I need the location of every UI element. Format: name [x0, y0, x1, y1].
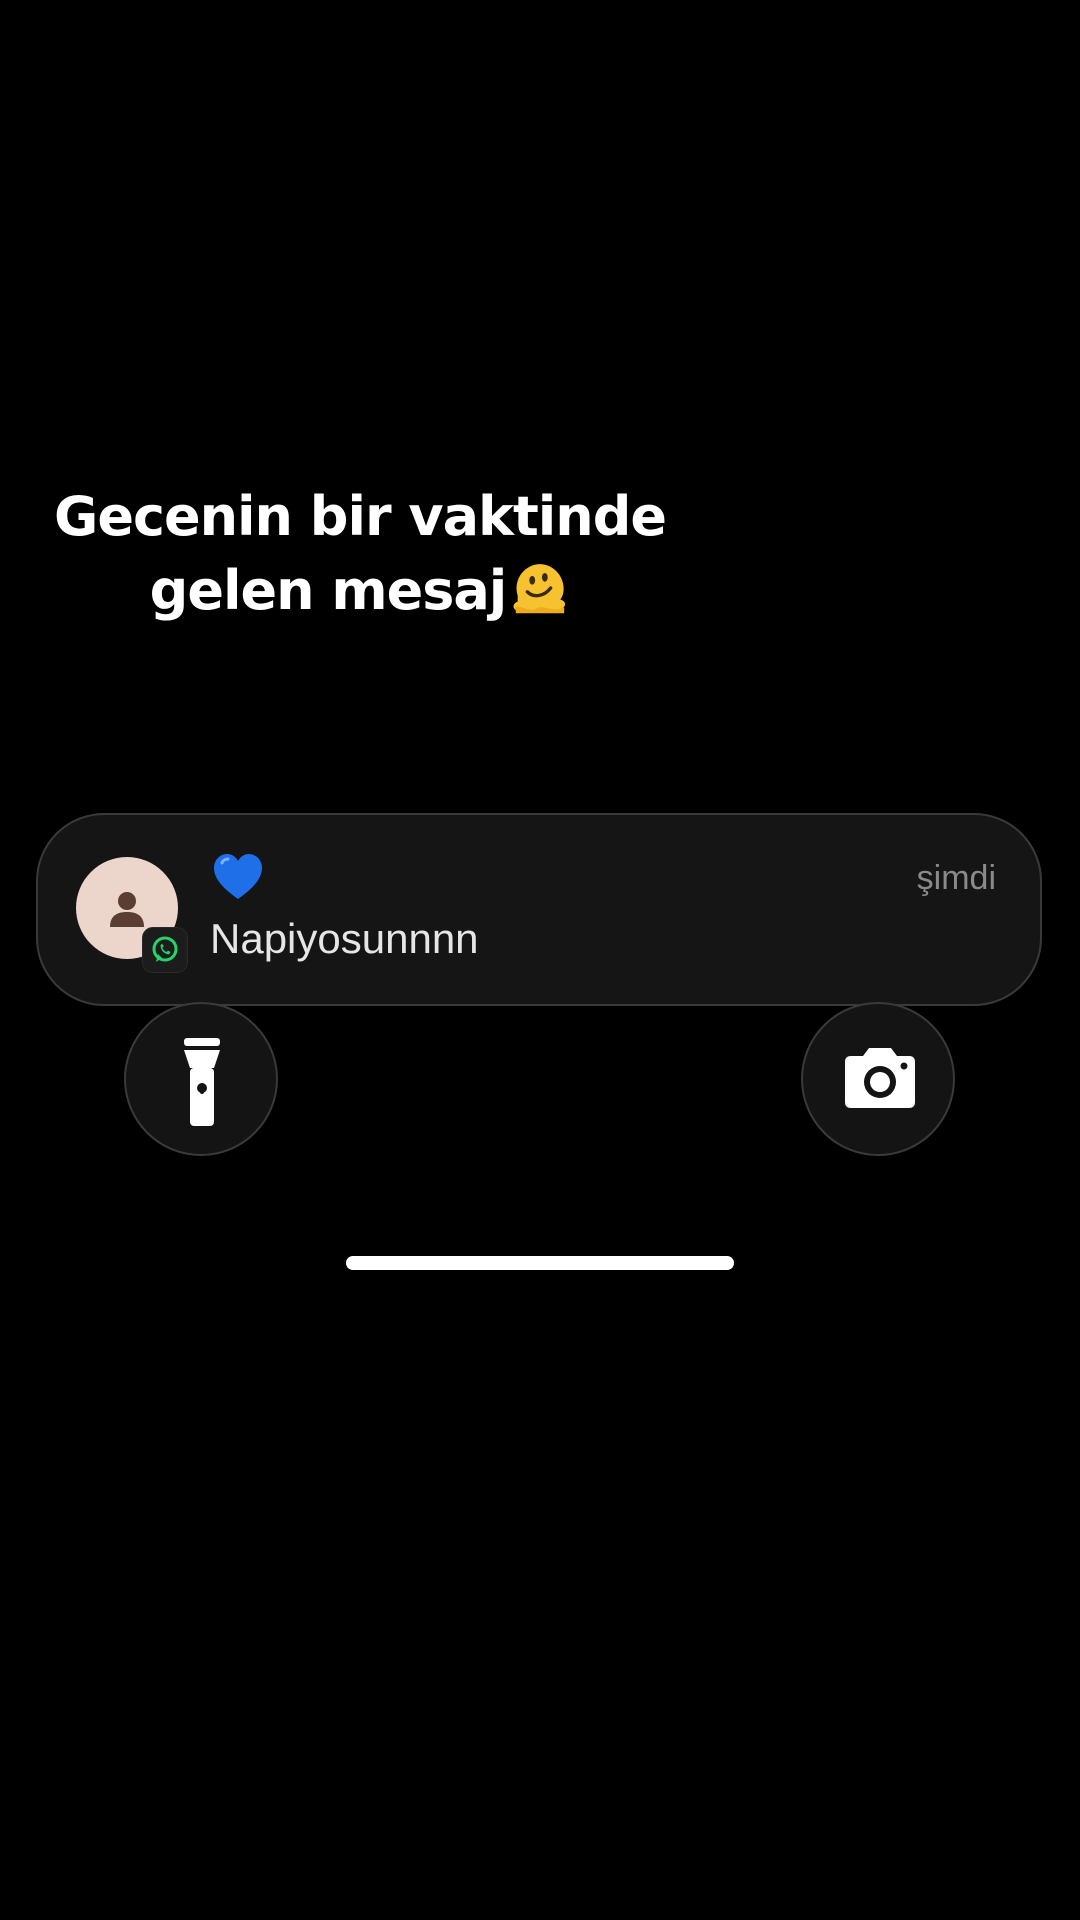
home-indicator[interactable]: [346, 1256, 734, 1270]
notification-card[interactable]: şimdi Napiyosunnnn: [36, 813, 1042, 1006]
blue-heart-icon: [214, 854, 262, 899]
whatsapp-badge: [142, 927, 188, 973]
camera-icon: [845, 1048, 915, 1108]
camera-button[interactable]: [801, 1002, 955, 1156]
caption-line-2: gelen mesaj: [149, 559, 508, 622]
whatsapp-icon: [152, 936, 178, 962]
flashlight-button[interactable]: [124, 1002, 278, 1156]
notification-message: Napiyosunnnn: [210, 915, 479, 962]
caption: Gecenin bir vaktinde gelen mesaj: [40, 480, 680, 628]
melting-face-emoji: [513, 564, 566, 614]
caption-line-1: Gecenin bir vaktinde: [54, 485, 667, 548]
notification-time: şimdi: [916, 859, 996, 897]
flashlight-icon: [184, 1038, 220, 1126]
caption-line-2-wrap: gelen mesaj: [40, 554, 680, 628]
